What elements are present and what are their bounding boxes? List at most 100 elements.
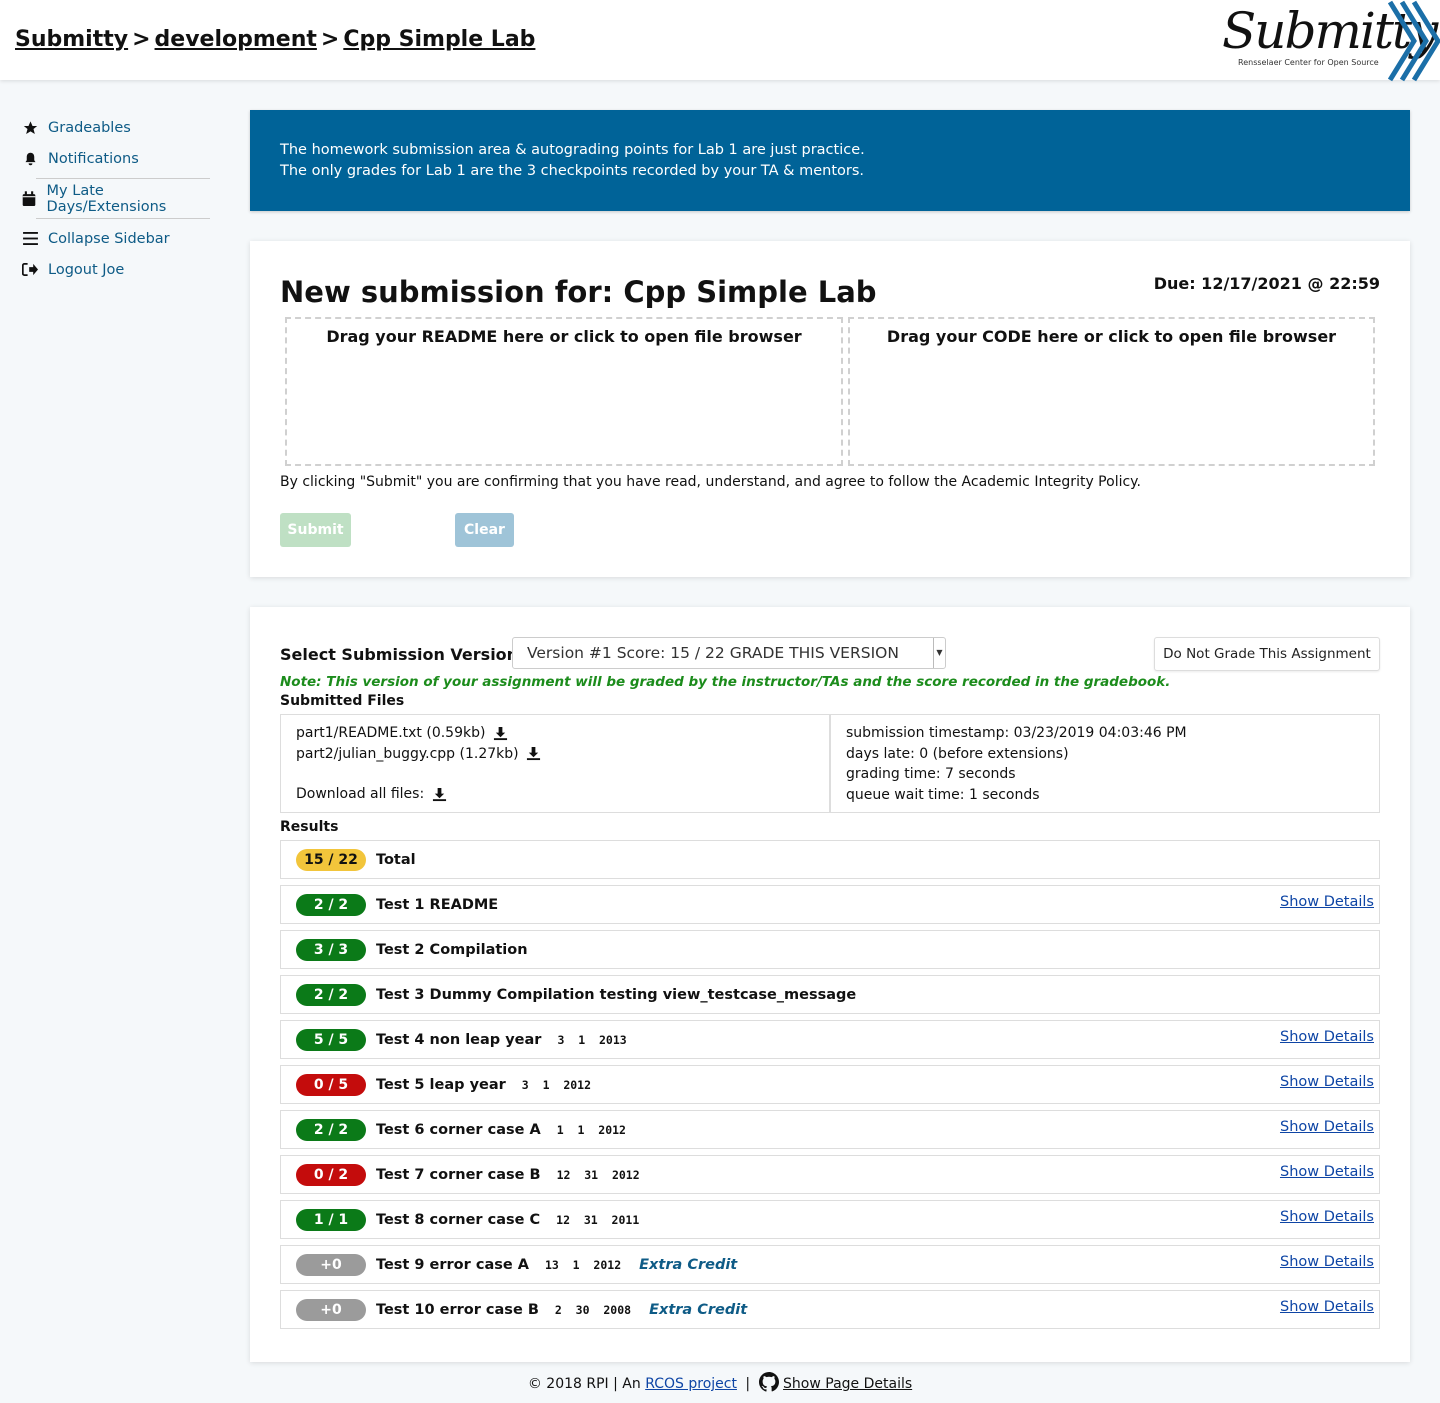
show-details-link[interactable]: Show Details bbox=[1280, 1029, 1374, 1045]
testcase-title: Test 10 error case B bbox=[376, 1301, 539, 1318]
github-icon bbox=[758, 1372, 779, 1392]
submitted-files-label: Submitted Files bbox=[280, 693, 405, 709]
logout-icon bbox=[20, 261, 40, 279]
sidebar-item-label: Logout Joe bbox=[48, 261, 125, 278]
grading-note: Note: This version of your assignment wi… bbox=[280, 674, 1171, 690]
version-select-value: Version #1 Score: 15 / 22 GRADE THIS VER… bbox=[527, 644, 899, 662]
score-badge: 1 / 1 bbox=[296, 1208, 366, 1231]
show-details-link[interactable]: Show Details bbox=[1280, 894, 1374, 910]
result-row[interactable]: +0 Test 10 error case B 2 30 2008 Extra Cre… bbox=[280, 1290, 1380, 1329]
dropzone-label: Drag your CODE here or click to open fil… bbox=[886, 327, 1337, 346]
dropzone-label: Drag your README here or click to open f… bbox=[326, 327, 802, 346]
banner-line: The homework submission area & autogradi… bbox=[280, 142, 865, 158]
star-icon bbox=[20, 119, 40, 137]
top-header: Submitty > development > Cpp Simple Lab Subm… bbox=[0, 0, 1440, 82]
results-list: 15 / 22 Total 2 / 2 Test 1 README Show Detai… bbox=[280, 840, 1380, 1335]
breadcrumb-course[interactable]: development bbox=[155, 27, 317, 52]
download-all-label: Download all files: bbox=[296, 786, 425, 802]
breadcrumb-submitty[interactable]: Submitty bbox=[15, 27, 128, 52]
version-select[interactable]: Version #1 Score: 15 / 22 GRADE THIS VER… bbox=[512, 637, 946, 669]
do-not-grade-button[interactable]: Do Not Grade This Assignment bbox=[1154, 637, 1380, 671]
show-details-link[interactable]: Show Details bbox=[1280, 1209, 1374, 1225]
download-icon[interactable] bbox=[493, 726, 508, 741]
sidebar-divider bbox=[36, 218, 210, 219]
result-row[interactable]: 2 / 2 Test 6 corner case A 1 1 2012 Show De… bbox=[280, 1110, 1380, 1149]
file-name: part1/README.txt (0.59kb) bbox=[296, 725, 486, 741]
result-row[interactable]: 0 / 5 Test 5 leap year 3 1 2012 Show Detail… bbox=[280, 1065, 1380, 1104]
dropdown-arrow-icon: ▼ bbox=[933, 638, 945, 668]
show-details-link[interactable]: Show Details bbox=[1280, 1119, 1374, 1135]
sidebar-item-collapse[interactable]: Collapse Sidebar bbox=[20, 223, 215, 254]
result-row: 3 / 3 Test 2 Compilation bbox=[280, 930, 1380, 969]
show-details-link[interactable]: Show Details bbox=[1280, 1299, 1374, 1315]
testcase-title: Test 2 Compilation bbox=[376, 941, 528, 958]
submission-stats-box: submission timestamp: 03/23/2019 04:03:4… bbox=[830, 714, 1380, 813]
testcase-args: 2 30 2008 bbox=[554, 1302, 632, 1317]
breadcrumb: Submitty > development > Cpp Simple Lab bbox=[15, 27, 535, 52]
sidebar-item-label: My Late Days/Extensions bbox=[46, 182, 167, 215]
score-badge: 5 / 5 bbox=[296, 1028, 366, 1051]
code-dropzone[interactable]: Drag your CODE here or click to open fil… bbox=[848, 317, 1375, 466]
queue-wait-time: queue wait time: 1 seconds bbox=[846, 786, 1040, 803]
show-details-link[interactable]: Show Details bbox=[1280, 1254, 1374, 1270]
results-label: Results bbox=[280, 819, 339, 835]
result-row[interactable]: 0 / 2 Test 7 corner case B 12 31 2012 Show … bbox=[280, 1155, 1380, 1194]
submitty-logo[interactable]: Submitty Rensselaer Center for Open Sour… bbox=[1218, 0, 1440, 82]
sidebar-item-label: Gradeables bbox=[48, 119, 131, 136]
result-row[interactable]: +0 Test 9 error case A 13 1 2012 Extra Cred… bbox=[280, 1245, 1380, 1284]
result-row: 15 / 22 Total bbox=[280, 840, 1380, 879]
due-date: Due: 12/17/2021 @ 22:59 bbox=[1153, 274, 1380, 293]
testcase-args: 3 1 2013 bbox=[557, 1032, 627, 1047]
submission-results-card: Select Submission Version: Version #1 Sc… bbox=[250, 607, 1410, 1362]
download-icon[interactable] bbox=[432, 787, 447, 802]
testcase-title: Test 8 corner case C bbox=[376, 1211, 541, 1228]
copyright-text: © 2018 RPI | An bbox=[527, 1376, 641, 1392]
testcase-title: Total bbox=[376, 851, 416, 868]
testcase-args: 1 1 2012 bbox=[556, 1122, 626, 1137]
submit-button[interactable]: Submit bbox=[280, 513, 351, 547]
download-icon[interactable] bbox=[526, 746, 541, 761]
show-details-link[interactable]: Show Details bbox=[1280, 1164, 1374, 1180]
announcement-banner: The homework submission area & autogradi… bbox=[250, 110, 1410, 211]
testcase-args: 13 1 2012 bbox=[544, 1257, 622, 1272]
score-badge: +0 bbox=[296, 1298, 366, 1321]
show-details-link[interactable]: Show Details bbox=[1280, 1074, 1374, 1090]
sidebar-item-gradeables[interactable]: Gradeables bbox=[20, 112, 215, 143]
logo-chevrons-icon bbox=[1388, 0, 1440, 82]
testcase-title: Test 1 README bbox=[376, 896, 499, 913]
result-row[interactable]: 2 / 2 Test 1 README Show Details bbox=[280, 885, 1380, 924]
breadcrumb-gradeable[interactable]: Cpp Simple Lab bbox=[343, 27, 535, 52]
submission-timestamp: submission timestamp: 03/23/2019 04:03:4… bbox=[846, 725, 1187, 741]
sidebar-divider bbox=[36, 178, 210, 179]
new-submission-card: New submission for: Cpp Simple Lab Due: … bbox=[250, 241, 1410, 577]
submitted-files-box: part1/README.txt (0.59kb) part2/julian_b… bbox=[280, 714, 830, 813]
score-badge: 2 / 2 bbox=[296, 983, 366, 1006]
sidebar-item-label: Collapse Sidebar bbox=[48, 230, 170, 247]
sidebar-item-logout[interactable]: Logout Joe bbox=[20, 254, 215, 285]
submission-title: New submission for: Cpp Simple Lab bbox=[280, 275, 877, 309]
readme-dropzone[interactable]: Drag your README here or click to open f… bbox=[285, 317, 843, 466]
result-row[interactable]: 5 / 5 Test 4 non leap year 3 1 2013 Show De… bbox=[280, 1020, 1380, 1059]
grading-time: grading time: 7 seconds bbox=[846, 766, 1016, 782]
calendar-icon bbox=[20, 190, 39, 208]
banner-line: The only grades for Lab 1 are the 3 chec… bbox=[280, 163, 865, 179]
sidebar: Gradeables Notifications My Late Days/Ex… bbox=[20, 112, 215, 285]
score-badge: 3 / 3 bbox=[296, 938, 366, 961]
footer-separator: | bbox=[745, 1376, 751, 1392]
testcase-title: Test 7 corner case B bbox=[376, 1166, 541, 1183]
sidebar-item-notifications[interactable]: Notifications bbox=[20, 143, 215, 174]
testcase-args: 12 31 2012 bbox=[556, 1167, 640, 1182]
breadcrumb-separator: > bbox=[132, 27, 151, 52]
days-late: days late: 0 (before extensions) bbox=[846, 745, 1069, 762]
result-row[interactable]: 1 / 1 Test 8 corner case C 12 31 2011 Show … bbox=[280, 1200, 1380, 1239]
bars-icon bbox=[20, 230, 40, 248]
show-page-details-link[interactable]: Show Page Details bbox=[783, 1376, 912, 1392]
sidebar-item-late-days[interactable]: My Late Days/Extensions bbox=[20, 182, 215, 215]
extra-credit-label: Extra Credit bbox=[649, 1301, 748, 1318]
sidebar-item-label: Notifications bbox=[48, 150, 139, 167]
testcase-title: Test 3 Dummy Compilation testing view_te… bbox=[376, 986, 857, 1003]
testcase-args: 12 31 2011 bbox=[556, 1212, 640, 1227]
file-row: part2/julian_buggy.cpp (1.27kb) bbox=[296, 744, 814, 765]
rcos-link[interactable]: RCOS project bbox=[645, 1376, 737, 1392]
clear-button[interactable]: Clear bbox=[455, 513, 514, 547]
